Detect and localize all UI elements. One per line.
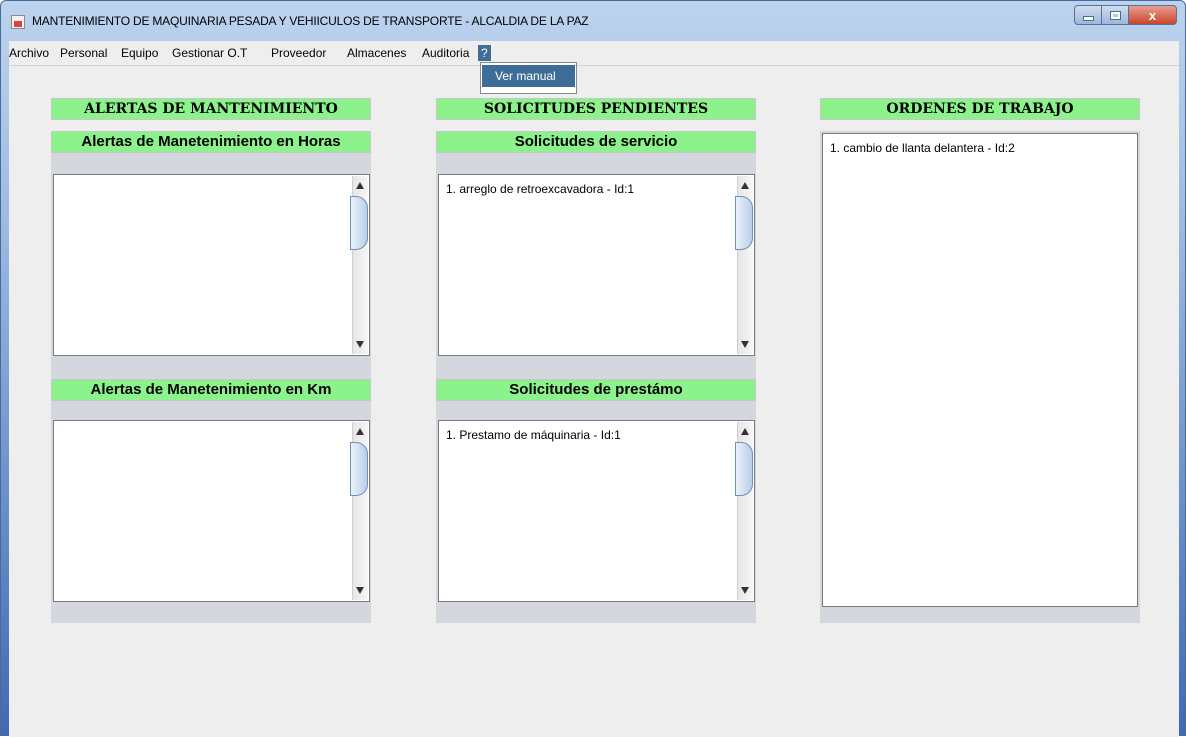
scroll-thumb[interactable] <box>735 196 753 250</box>
maximize-icon <box>1109 10 1121 20</box>
alerts-hours-list[interactable] <box>53 174 370 356</box>
title-bar[interactable]: MANTENIMIENTO DE MAQUINARIA PESADA Y VEH… <box>1 1 1186 41</box>
scroll-up-icon[interactable] <box>741 428 749 435</box>
minimize-icon <box>1082 15 1094 21</box>
scroll-down-icon[interactable] <box>356 341 364 348</box>
scroll-thumb[interactable] <box>350 196 368 250</box>
content-area: Archivo Personal Equipo Gestionar O.T Pr… <box>9 41 1179 737</box>
close-button[interactable]: x <box>1129 5 1177 25</box>
menu-auditoria[interactable]: Auditoria <box>422 46 469 60</box>
window-title: MANTENIMIENTO DE MAQUINARIA PESADA Y VEH… <box>32 14 589 28</box>
service-requests-scrollbar[interactable] <box>735 176 753 354</box>
menu-gestionar-ot[interactable]: Gestionar O.T <box>172 46 247 60</box>
scroll-down-icon[interactable] <box>741 341 749 348</box>
work-orders-list[interactable]: 1. cambio de llanta delantera - Id:2 <box>822 133 1138 607</box>
list-item[interactable]: 1. Prestamo de máquinaria - Id:1 <box>446 428 621 442</box>
maximize-button[interactable] <box>1102 5 1129 25</box>
alerts-km-scrollbar[interactable] <box>350 422 368 600</box>
scroll-down-icon[interactable] <box>356 587 364 594</box>
menu-help[interactable]: ? <box>478 45 491 61</box>
alerts-hours-scrollbar[interactable] <box>350 176 368 354</box>
requests-header: SOLICITUDES PENDIENTES <box>436 98 756 120</box>
menu-personal[interactable]: Personal <box>60 46 107 60</box>
menu-archivo[interactable]: Archivo <box>9 46 49 60</box>
menu-item-ver-manual[interactable]: Ver manual <box>482 65 575 87</box>
scroll-thumb[interactable] <box>735 442 753 496</box>
alerts-header: ALERTAS DE MANTENIMIENTO <box>51 98 371 120</box>
java-app-icon <box>11 15 25 29</box>
menu-proveedor[interactable]: Proveedor <box>271 46 326 60</box>
scroll-up-icon[interactable] <box>356 182 364 189</box>
scroll-thumb[interactable] <box>350 442 368 496</box>
application-window: MANTENIMIENTO DE MAQUINARIA PESADA Y VEH… <box>0 0 1186 737</box>
minimize-button[interactable] <box>1074 5 1102 25</box>
menu-almacenes[interactable]: Almacenes <box>347 46 406 60</box>
scroll-up-icon[interactable] <box>741 182 749 189</box>
close-icon: x <box>1148 7 1157 23</box>
alerts-hours-title: Alertas de Manetenimiento en Horas <box>51 131 371 153</box>
list-item[interactable]: 1. arreglo de retroexcavadora - Id:1 <box>446 182 634 196</box>
menu-bar: Archivo Personal Equipo Gestionar O.T Pr… <box>9 41 1179 66</box>
loan-requests-title: Solicitudes de prestámo <box>436 379 756 401</box>
alerts-km-list[interactable] <box>53 420 370 602</box>
list-item[interactable]: 1. cambio de llanta delantera - Id:2 <box>830 141 1015 155</box>
scroll-up-icon[interactable] <box>356 428 364 435</box>
work-orders-header: ORDENES DE TRABAJO <box>820 98 1140 120</box>
menu-equipo[interactable]: Equipo <box>121 46 158 60</box>
service-requests-list[interactable]: 1. arreglo de retroexcavadora - Id:1 <box>438 174 755 356</box>
help-menu-popup: Ver manual <box>480 62 577 94</box>
alerts-km-title: Alertas de Manetenimiento en Km <box>51 379 371 401</box>
loan-requests-list[interactable]: 1. Prestamo de máquinaria - Id:1 <box>438 420 755 602</box>
window-controls: x <box>1074 5 1177 27</box>
service-requests-title: Solicitudes de servicio <box>436 131 756 153</box>
scroll-down-icon[interactable] <box>741 587 749 594</box>
loan-requests-scrollbar[interactable] <box>735 422 753 600</box>
